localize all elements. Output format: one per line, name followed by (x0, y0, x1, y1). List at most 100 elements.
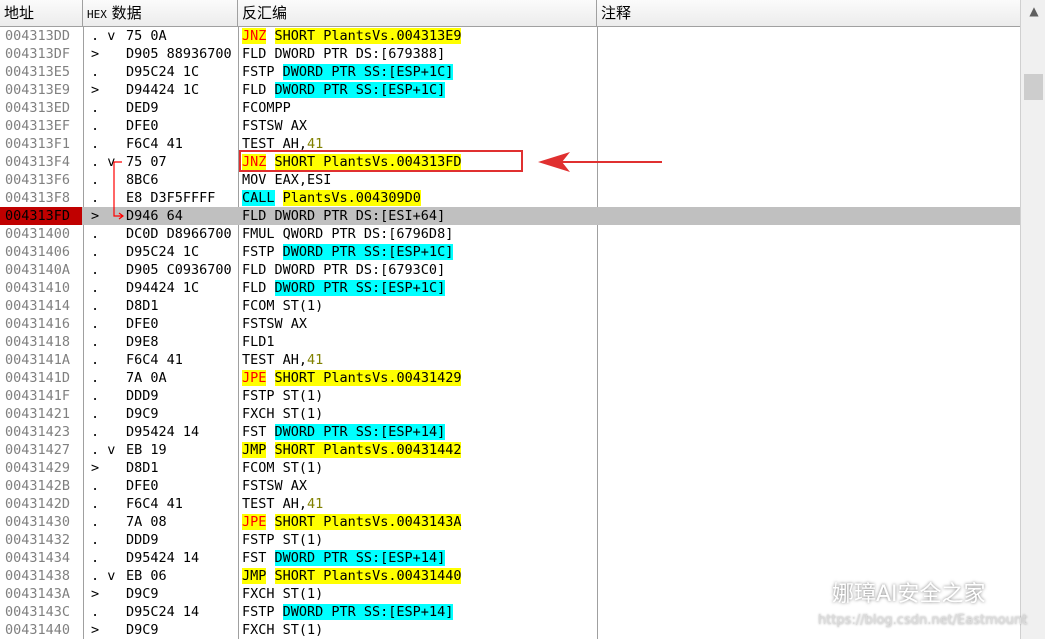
row-comment (600, 297, 1020, 315)
row-hex: D95C24 14 (126, 604, 200, 620)
row-jump-marker: . (91, 64, 100, 80)
row-comment (600, 189, 1020, 207)
row-hex: D9C9 (126, 622, 159, 638)
asm-token: FLD (242, 82, 275, 98)
row-hex: D94424 1C (126, 82, 200, 98)
watermark-url: https://blog.csdn.net/Eastmount (818, 613, 1028, 628)
row-address: 00431421 (5, 406, 71, 422)
disasm-row[interactable]: 00431416 . DFE0 FSTSW AX (0, 315, 1020, 333)
row-disassembly: JNZ SHORT PlantsVs.004313E9 (242, 27, 596, 45)
disasm-row[interactable]: 0043141D . 7A 0A JPE SHORT PlantsVs.004314… (0, 369, 1020, 387)
row-hex: DDD9 (126, 388, 159, 404)
disasm-row[interactable]: 00431400 . DC0D D8966700 FMUL QWORD PTR DS… (0, 225, 1020, 243)
disasm-row[interactable]: 00431410 . D94424 1C FLD DWORD PTR SS:[ESP… (0, 279, 1020, 297)
disasm-row[interactable]: 00431418 . D9E8 FLD1 (0, 333, 1020, 351)
disasm-row[interactable]: 00431423 . D95424 14 FST DWORD PTR SS:[ESP… (0, 423, 1020, 441)
asm-token: SHORT PlantsVs.00431429 (274, 370, 462, 386)
row-jump-marker: . (91, 388, 100, 404)
row-hex: D95424 14 (126, 424, 200, 440)
scrollbar-thumb[interactable] (1024, 74, 1043, 100)
header-hex-prefix: HEX (87, 8, 107, 21)
row-comment (600, 369, 1020, 387)
disasm-row[interactable]: 0043142B . DFE0 FSTSW AX (0, 477, 1020, 495)
row-hex: EB 06 (126, 568, 167, 584)
header-address[interactable]: 地址 (0, 0, 83, 26)
disasm-row[interactable]: 00431427 . v EB 19 JMP SHORT PlantsVs.00431… (0, 441, 1020, 459)
disasm-row[interactable]: 004313FD > D946 64 FLD DWORD PTR DS:[ESI+6… (0, 207, 1020, 225)
row-jump-marker: > (91, 46, 100, 62)
asm-token: DWORD PTR SS:[ESP+14] (274, 424, 446, 440)
header-disassembly[interactable]: 反汇编 (238, 0, 597, 26)
row-jump-marker: . (91, 478, 100, 494)
asm-token: FSTP ST(1) (242, 388, 324, 404)
row-hex: D8D1 (126, 298, 159, 314)
row-address: 00431418 (5, 334, 71, 350)
row-disassembly: FMUL QWORD PTR DS:[6796D8] (242, 225, 596, 243)
row-address: 00431440 (5, 622, 71, 638)
row-disassembly: JMP SHORT PlantsVs.00431442 (242, 441, 596, 459)
row-comment (600, 261, 1020, 279)
disasm-row[interactable]: 00431406 . D95C24 1C FSTP DWORD PTR SS:[ES… (0, 243, 1020, 261)
disasm-row[interactable]: 0043141F . DDD9 FSTP ST(1) (0, 387, 1020, 405)
row-hex: D9C9 (126, 406, 159, 422)
row-disassembly: FLD DWORD PTR SS:[ESP+1C] (242, 279, 596, 297)
row-jump-marker: > (91, 622, 100, 638)
disasm-row[interactable]: 004313F6 . 8BC6 MOV EAX,ESI (0, 171, 1020, 189)
disasm-row[interactable]: 004313EF . DFE0 FSTSW AX (0, 117, 1020, 135)
row-jump-marker: . (91, 406, 100, 422)
row-comment (600, 351, 1020, 369)
row-hex: D905 C0936700 (126, 262, 232, 278)
disasm-row[interactable]: 004313E5 . D95C24 1C FSTP DWORD PTR SS:[ES… (0, 63, 1020, 81)
row-disassembly: FLD DWORD PTR SS:[ESP+1C] (242, 81, 596, 99)
asm-token: DWORD PTR SS:[ESP+1C] (274, 280, 446, 296)
row-comment (600, 81, 1020, 99)
disasm-row[interactable]: 0043140A . D905 C0936700 FLD DWORD PTR DS:… (0, 261, 1020, 279)
disasm-row[interactable]: 00431421 . D9C9 FXCH ST(1) (0, 405, 1020, 423)
row-address: 00431410 (5, 280, 71, 296)
row-hex: 75 07 (126, 154, 167, 170)
vertical-scrollbar[interactable]: ▲ (1020, 0, 1045, 639)
header-comment[interactable]: 注释 (597, 0, 1020, 26)
disasm-row[interactable]: 00431430 . 7A 08 JPE SHORT PlantsVs.004314… (0, 513, 1020, 531)
asm-token: FXCH ST(1) (242, 406, 324, 422)
row-comment (600, 333, 1020, 351)
disasm-row[interactable]: 0043141A . F6C4 41 TEST AH,41 (0, 351, 1020, 369)
row-address: 0043143A (5, 586, 71, 602)
disasm-row[interactable]: 004313DD . v 75 0A JNZ SHORT PlantsVs.00431… (0, 27, 1020, 45)
asm-token: FSTP ST(1) (242, 532, 324, 548)
asm-token: JMP (242, 568, 267, 584)
row-jump-marker: > (91, 460, 100, 476)
disasm-row[interactable]: 004313ED . DED9 FCOMPP (0, 99, 1020, 117)
row-jump-marker: . (91, 118, 100, 134)
asm-token: FSTSW AX (242, 118, 308, 134)
row-address: 004313E9 (5, 82, 71, 98)
row-comment (600, 531, 1020, 549)
disassembly-listing[interactable]: 004313DD . v 75 0A JNZ SHORT PlantsVs.00431… (0, 27, 1020, 639)
row-disassembly: FCOM ST(1) (242, 297, 596, 315)
asm-token (266, 442, 274, 458)
asm-token: FXCH ST(1) (242, 622, 324, 638)
row-hex: DC0D D8966700 (126, 226, 232, 242)
disasm-row[interactable]: 004313E9 > D94424 1C FLD DWORD PTR SS:[ESP… (0, 81, 1020, 99)
row-address: 004313F1 (5, 136, 71, 152)
disasm-row[interactable]: 004313F8 . E8 D3F5FFFF CALL PlantsVs.00430… (0, 189, 1020, 207)
row-hex: EB 19 (126, 442, 167, 458)
disasm-row[interactable]: 00431414 . D8D1 FCOM ST(1) (0, 297, 1020, 315)
disasm-row[interactable]: 0043142D . F6C4 41 TEST AH,41 (0, 495, 1020, 513)
row-disassembly: TEST AH,41 (242, 351, 596, 369)
row-comment (600, 99, 1020, 117)
disasm-row[interactable]: 004313DF > D905 88936700 FLD DWORD PTR DS:… (0, 45, 1020, 63)
row-jump-marker: . (91, 424, 100, 440)
row-address: 0043141F (5, 388, 71, 404)
disasm-row[interactable]: 00431432 . DDD9 FSTP ST(1) (0, 531, 1020, 549)
row-disassembly: FCOM ST(1) (242, 459, 596, 477)
disasm-row[interactable]: 00431434 . D95424 14 FST DWORD PTR SS:[ESP… (0, 549, 1020, 567)
row-hex: F6C4 41 (126, 352, 183, 368)
disasm-row[interactable]: 00431429 > D8D1 FCOM ST(1) (0, 459, 1020, 477)
chevron-up-icon[interactable]: ▲ (1027, 4, 1041, 18)
header-hex[interactable]: HEX 数据 (83, 0, 238, 26)
row-jump-marker: > (91, 82, 100, 98)
row-address: 004313ED (5, 100, 71, 116)
row-disassembly: FSTP ST(1) (242, 387, 596, 405)
row-address: 00431429 (5, 460, 71, 476)
